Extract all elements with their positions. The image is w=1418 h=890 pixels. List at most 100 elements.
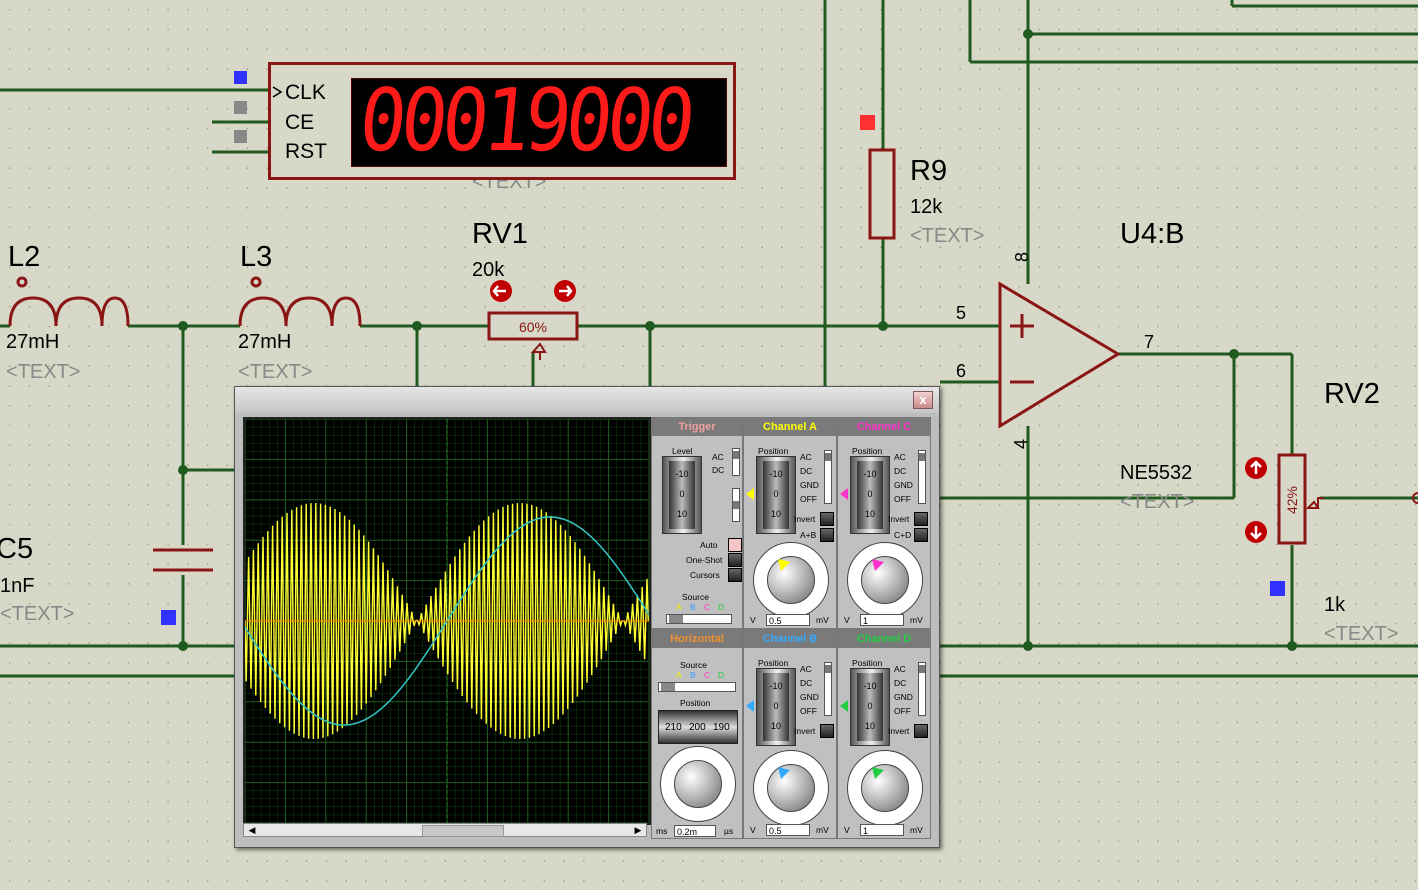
horizontal-scrollbar[interactable]: ◀ ▶ [243,823,647,837]
channel-d-volts-knob[interactable] [847,750,923,826]
pin-label-ce: CE [285,111,315,134]
trigger-source-slider[interactable] [666,614,732,624]
u4b-part: NE5532 [1120,462,1192,484]
channel-b-coupling-ac: AC [800,664,812,674]
channel-b-coupling-off: OFF [800,706,817,716]
trigger-source-label: Source [682,592,709,602]
channel-b-title: Channel B [744,630,836,648]
channel-b-invert-button[interactable] [820,724,834,738]
trigger-auto-button[interactable] [728,538,742,552]
trigger-auto-label: Auto [700,540,718,550]
channel-a-sum-button[interactable] [820,528,834,542]
channel-d-panel: Channel D Position -10 0 10 AC DC GND OFF Invert V… [837,629,931,839]
channel-a-sum-label: A+B [800,530,817,540]
channel-b-volts-knob[interactable] [753,750,829,826]
channel-b-coupling-switch[interactable] [824,662,832,716]
timebase-knob[interactable] [660,746,736,822]
logic-probe-ce[interactable] [234,101,247,114]
channel-c-unit-mv: mV [910,615,923,625]
l2-name: L2 [8,241,40,273]
channel-c-marker-icon [840,488,848,500]
u4b-name: U4:B [1120,218,1184,250]
trigger-cursors-button[interactable] [728,568,742,582]
logic-probe-rv2[interactable] [1270,581,1285,596]
channel-c-invert-button[interactable] [914,512,928,526]
channel-b-position-label: Position [758,658,789,668]
channel-c-coupling-dc: DC [894,466,907,476]
scrollbar-thumb[interactable] [422,825,504,837]
trigger-title: Trigger [652,418,742,436]
logic-probe-clk[interactable] [234,71,247,84]
trigger-level-slider[interactable]: -10 0 10 [662,456,702,534]
channel-c-coupling-ac: AC [894,452,906,462]
u4b-pin7: 7 [1144,332,1154,352]
trigger-oneshot-button[interactable] [728,553,742,567]
rv2-value: 1k [1324,594,1346,616]
channel-d-invert-button[interactable] [914,724,928,738]
l2-text: <TEXT> [6,361,80,383]
horizontal-source-slider[interactable] [658,682,736,692]
rv1-increase-button[interactable] [554,280,576,302]
channel-a-volts-field[interactable]: 0.5 [766,614,810,626]
horizontal-panel: Horizontal Source A B C D Position 210 2… [651,629,743,839]
timebase-value-field[interactable]: 0.2m [674,825,716,837]
channel-a-coupling-switch[interactable] [824,450,832,504]
c5-text: <TEXT> [0,603,74,625]
trigger-coupling-switch[interactable] [732,448,740,476]
u4b-pin5: 5 [956,303,966,323]
u4b-pin8: 8 [1012,252,1032,262]
channel-c-volts-knob[interactable] [847,542,923,618]
u4b-pin4: 4 [1011,439,1031,449]
scroll-left-arrow-icon[interactable]: ◀ [246,824,258,836]
rv2-increase-button[interactable] [1245,457,1267,479]
scroll-right-arrow-icon[interactable]: ▶ [632,824,644,836]
logic-probe-rst[interactable] [234,130,247,143]
channel-a-title: Channel A [744,418,836,436]
oscilloscope-screen [243,417,651,825]
channel-d-unit-mv: mV [910,825,923,835]
l3-value: 27mH [238,331,291,353]
channel-c-position-label: Position [852,446,883,456]
rv1-percent: 60% [519,319,547,335]
channel-a-position-label: Position [758,446,789,456]
l2-value: 27mH [6,331,59,353]
channel-c-volts-field[interactable]: 1 [860,614,904,626]
channel-d-coupling-ac: AC [894,664,906,674]
channel-c-position-slider[interactable]: -10 0 10 [850,456,890,534]
trigger-panel: Trigger Level -10 0 10 AC DC Auto One-Shot… [651,417,743,629]
logic-probe-c5[interactable] [161,610,176,625]
channel-c-coupling-switch[interactable] [918,450,926,504]
logic-probe-r9[interactable] [860,115,875,130]
channel-d-invert-label: Invert [888,726,910,736]
channel-c-sum-button[interactable] [914,528,928,542]
channel-d-position-label: Position [852,658,883,668]
channel-d-position-slider[interactable]: -10 0 10 [850,668,890,746]
seven-segment-display: 00019000 [351,71,727,171]
channel-d-coupling-switch[interactable] [918,662,926,716]
rv2-decrease-button[interactable] [1245,521,1267,543]
rv2-text: <TEXT> [1324,623,1398,645]
oscilloscope-titlebar[interactable]: x [235,387,939,413]
channel-d-volts-field[interactable]: 1 [860,824,904,836]
channel-b-volts-field[interactable]: 0.5 [766,824,810,836]
channel-a-unit-v: V [750,615,756,625]
trigger-ac-label: AC [712,452,724,462]
rv2-name: RV2 [1324,378,1380,410]
channel-d-coupling-dc: DC [894,678,907,688]
trigger-oneshot-label: One-Shot [686,555,723,565]
oscilloscope-window[interactable]: x ◀ ▶ Trigger Level -10 0 10 AC DC Auto On… [234,386,940,848]
counter-timer-display[interactable]: CLK CE RST 00019000 [268,62,736,180]
close-button[interactable]: x [913,391,933,409]
channel-a-invert-button[interactable] [820,512,834,526]
channel-a-volts-knob[interactable] [753,542,829,618]
horizontal-position-dial[interactable]: 210 200 190 [658,710,738,744]
channel-b-position-slider[interactable]: -10 0 10 [756,668,796,746]
trigger-edge-switch[interactable] [732,488,740,522]
channel-a-coupling-dc: DC [800,466,813,476]
rv1-decrease-button[interactable] [490,280,512,302]
resistor-r9[interactable] [868,148,896,240]
channel-c-title: Channel C [838,418,930,436]
pin-label-clk: CLK [285,81,326,104]
channel-a-position-slider[interactable]: -10 0 10 [756,456,796,534]
channel-c-coupling-gnd: GND [894,480,913,490]
